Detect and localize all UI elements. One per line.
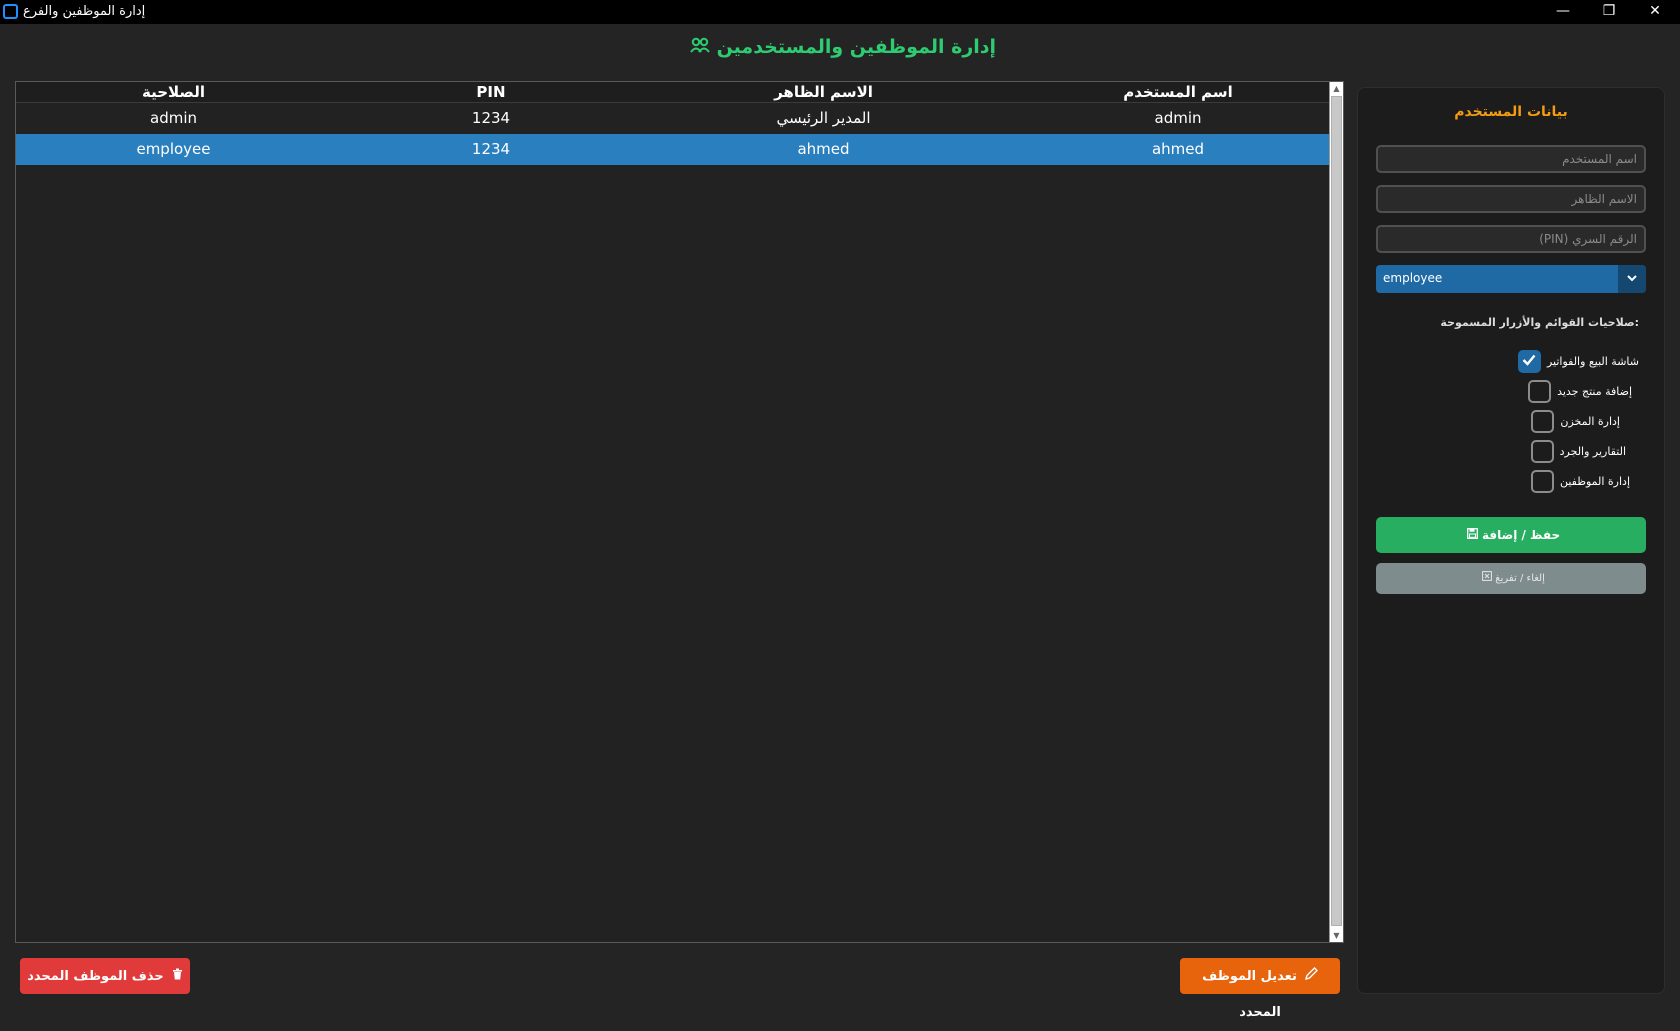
save-add-button[interactable]: حفظ / إضافة bbox=[1376, 517, 1646, 553]
permission-label: إدارة المخزن bbox=[1560, 414, 1620, 428]
minimize-button[interactable]: — bbox=[1540, 0, 1586, 24]
table-row[interactable]: admin المدير الرئيسي 1234 admin bbox=[16, 103, 1329, 134]
permissions-title: :صلاحيات القوائم والأزرار المسموحة bbox=[1440, 316, 1639, 329]
trash-icon bbox=[172, 958, 183, 994]
cell-username: admin bbox=[1154, 109, 1202, 127]
cell-pin: 1234 bbox=[471, 109, 511, 127]
column-header-role[interactable]: الصلاحية bbox=[16, 83, 331, 101]
checkbox[interactable] bbox=[1528, 379, 1552, 403]
cell-display-name: المدير الرئيسي bbox=[776, 109, 871, 127]
app-icon bbox=[3, 4, 18, 19]
page-title-text: إدارة الموظفين والمستخدمين bbox=[716, 36, 997, 58]
cell-pin: 1234 bbox=[471, 140, 511, 158]
cancel-clear-label: إلغاء / تفريغ bbox=[1495, 573, 1545, 584]
cell-username: ahmed bbox=[1151, 140, 1205, 158]
window-titlebar: إدارة الموظفين والفرع — ❐ ✕ bbox=[0, 0, 1680, 24]
scrollbar-thumb[interactable] bbox=[1331, 96, 1342, 926]
page-title: إدارة الموظفين والمستخدمين bbox=[0, 36, 1680, 58]
display-name-input[interactable] bbox=[1376, 185, 1646, 213]
permission-label: شاشة البيع والفواتير bbox=[1546, 354, 1639, 368]
close-button[interactable]: ✕ bbox=[1632, 0, 1678, 24]
save-add-label: حفظ / إضافة bbox=[1481, 528, 1561, 542]
permission-label: إضافة منتج جديد bbox=[1557, 384, 1632, 398]
scroll-down-arrow-icon[interactable]: ▼ bbox=[1330, 929, 1343, 942]
users-icon bbox=[690, 37, 710, 58]
permission-inventory[interactable]: إدارة المخزن bbox=[1531, 409, 1620, 433]
permission-employees[interactable]: إدارة الموظفين bbox=[1530, 469, 1630, 493]
checkbox[interactable] bbox=[1530, 439, 1554, 463]
clear-icon bbox=[1482, 563, 1493, 594]
pencil-icon bbox=[1304, 958, 1318, 994]
panel-title: بيانات المستخدم bbox=[1454, 104, 1568, 120]
permission-label: إدارة الموظفين bbox=[1559, 474, 1630, 488]
edit-employee-button[interactable]: تعديل الموظف المحدد bbox=[1180, 958, 1340, 1020]
delete-employee-label: حذف الموظف المحدد bbox=[27, 969, 164, 984]
checkbox-checked[interactable] bbox=[1517, 349, 1541, 373]
pin-input[interactable] bbox=[1376, 225, 1646, 253]
column-header-display-name[interactable]: الاسم الظاهر bbox=[656, 83, 991, 101]
permission-label: التقارير والجرد bbox=[1559, 444, 1626, 458]
cell-display-name: ahmed bbox=[797, 140, 850, 158]
edit-employee-label: تعديل الموظف المحدد bbox=[1202, 969, 1297, 1020]
window-title: إدارة الموظفين والفرع bbox=[23, 4, 146, 19]
cell-role: admin bbox=[150, 109, 197, 127]
scroll-up-arrow-icon[interactable]: ▲ bbox=[1330, 82, 1343, 95]
user-details-panel: بيانات المستخدم employee :صلاحيات القوائ… bbox=[1357, 87, 1665, 994]
permission-add-product[interactable]: إضافة منتج جديد bbox=[1528, 379, 1632, 403]
role-select-value: employee bbox=[1383, 271, 1443, 285]
table-row-selected[interactable]: ahmed ahmed 1234 employee bbox=[16, 134, 1329, 165]
cancel-clear-button[interactable]: إلغاء / تفريغ bbox=[1376, 563, 1646, 594]
cell-role: employee bbox=[136, 140, 211, 158]
table-scrollbar[interactable]: ▲ ▼ bbox=[1329, 82, 1343, 942]
restore-button[interactable]: ❐ bbox=[1586, 0, 1632, 24]
column-header-pin[interactable]: PIN bbox=[371, 83, 611, 101]
floppy-icon bbox=[1466, 519, 1478, 555]
column-header-username[interactable]: اسم المستخدم bbox=[1016, 83, 1340, 101]
username-input[interactable] bbox=[1376, 145, 1646, 173]
checkbox[interactable] bbox=[1531, 409, 1555, 433]
chevron-down-icon[interactable] bbox=[1618, 265, 1646, 293]
checkbox[interactable] bbox=[1530, 469, 1554, 493]
table-header: اسم المستخدم الاسم الظاهر PIN الصلاحية bbox=[16, 82, 1329, 103]
delete-employee-button[interactable]: حذف الموظف المحدد bbox=[20, 958, 190, 994]
permission-sales[interactable]: شاشة البيع والفواتير bbox=[1517, 349, 1639, 373]
role-select[interactable]: employee bbox=[1376, 265, 1646, 293]
employees-table[interactable]: اسم المستخدم الاسم الظاهر PIN الصلاحية a… bbox=[15, 81, 1344, 943]
permission-reports[interactable]: التقارير والجرد bbox=[1530, 439, 1626, 463]
